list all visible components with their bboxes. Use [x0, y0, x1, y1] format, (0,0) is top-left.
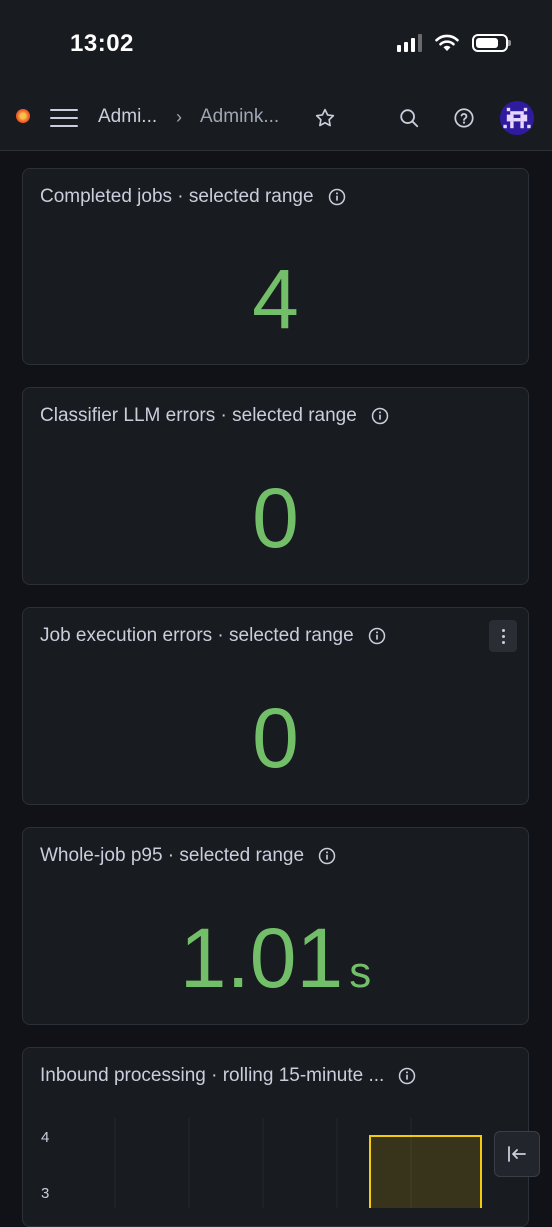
- stat-panel-whole-job-p95[interactable]: Whole-job p95 · selected range 1.01 s: [22, 827, 529, 1025]
- stat-panel-job-execution-errors[interactable]: Job execution errors · selected range 0: [22, 607, 529, 805]
- grafana-logo-icon[interactable]: [16, 109, 30, 123]
- search-icon[interactable]: [394, 103, 424, 133]
- info-icon[interactable]: [328, 188, 346, 206]
- stat-panel-completed-jobs[interactable]: Completed jobs · selected range 4: [22, 168, 529, 365]
- y-tick-label: 3: [41, 1185, 49, 1202]
- stat-panel-classifier-llm-errors[interactable]: Classifier LLM errors · selected range 0: [22, 387, 529, 585]
- stat-value: 1.01: [179, 911, 344, 1005]
- chart-panel-inbound-processing[interactable]: Inbound processing · rolling 15-minute .…: [22, 1047, 529, 1227]
- info-icon[interactable]: [368, 627, 386, 645]
- top-navigation: Admi... › Admink...: [0, 88, 552, 151]
- help-icon[interactable]: [449, 103, 479, 133]
- breadcrumb-item-2[interactable]: Admink...: [200, 106, 279, 128]
- y-tick-label: 4: [41, 1129, 49, 1146]
- stat-value: 0: [252, 471, 299, 565]
- panel-title: Job execution errors · selected range: [40, 625, 354, 646]
- panel-menu-button[interactable]: [489, 620, 517, 652]
- battery-icon: [472, 34, 511, 52]
- breadcrumb-separator: ›: [176, 107, 182, 127]
- info-icon[interactable]: [398, 1067, 416, 1085]
- signal-icon: [397, 34, 422, 52]
- avatar[interactable]: [500, 101, 534, 135]
- inbound-processing-chart: 43: [41, 1118, 482, 1208]
- wifi-icon: [435, 34, 459, 51]
- panel-title: Whole-job p95 · selected range: [40, 845, 305, 866]
- chart-bar[interactable]: [369, 1135, 482, 1208]
- info-icon[interactable]: [318, 847, 336, 865]
- stat-value: 4: [252, 252, 299, 346]
- status-icons: [397, 33, 511, 53]
- panel-title: Classifier LLM errors · selected range: [40, 405, 357, 426]
- star-icon[interactable]: [310, 103, 340, 133]
- panel-title: Inbound processing · rolling 15-minute .…: [40, 1065, 385, 1086]
- breadcrumb-item-1[interactable]: Admi...: [98, 106, 157, 128]
- info-icon[interactable]: [371, 407, 389, 425]
- stat-value: 0: [252, 691, 299, 785]
- status-time: 13:02: [70, 30, 134, 57]
- collapse-sidebar-button[interactable]: [494, 1131, 540, 1177]
- menu-icon[interactable]: [50, 109, 78, 127]
- status-bar: 13:02: [0, 0, 552, 88]
- stat-unit: s: [349, 948, 372, 997]
- panel-title: Completed jobs · selected range: [40, 186, 314, 207]
